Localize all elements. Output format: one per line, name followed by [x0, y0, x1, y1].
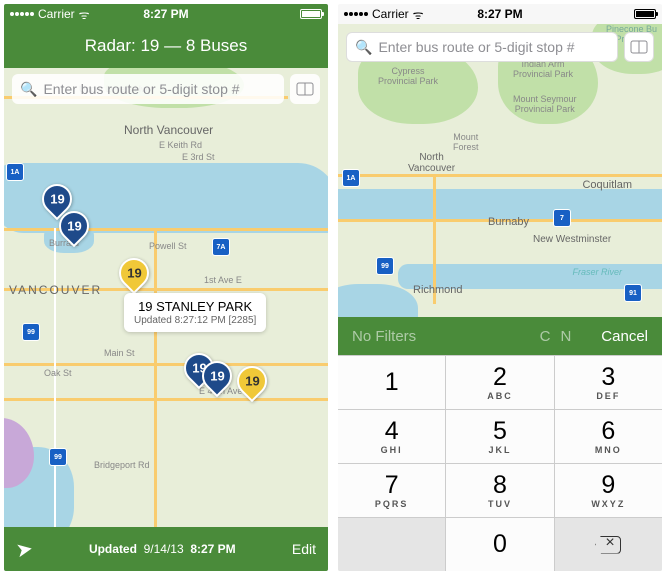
signal-icon: [10, 12, 34, 16]
backspace-icon: [595, 536, 621, 554]
battery-icon: [300, 9, 322, 19]
key-3[interactable]: 3DEF: [555, 356, 662, 410]
key-2[interactable]: 2ABC: [446, 356, 554, 410]
pin-callout[interactable]: 19 STANLEY PARK Updated 8:27:12 PM [2285…: [124, 293, 266, 332]
key-4[interactable]: 4GHI: [338, 410, 446, 464]
edit-button[interactable]: Edit: [292, 541, 316, 557]
key-6[interactable]: 6MNO: [555, 410, 662, 464]
search-icon: 🔍: [20, 81, 37, 98]
status-bar: Carrierᯤ 8:27 PM: [4, 4, 328, 24]
status-bar: Carrierᯤ 8:27 PM: [338, 4, 662, 24]
key-0[interactable]: 0: [446, 518, 554, 571]
cancel-button[interactable]: Cancel: [601, 328, 648, 345]
battery-icon: [634, 9, 656, 19]
search-input[interactable]: 🔍Enter bus route or 5-digit stop #: [12, 74, 284, 104]
search-wrap: 🔍Enter bus route or 5-digit stop #: [338, 26, 662, 68]
phone-left: Carrierᯤ 8:27 PM Radar: 19 — 8 Buses Upp…: [4, 4, 328, 571]
bottom-toolbar: ➤ Updated 9/14/13 8:27 PM Edit: [4, 527, 328, 571]
filter-bar: No Filters C N Cancel: [338, 317, 662, 355]
status-time: 8:27 PM: [143, 7, 188, 21]
map-view[interactable]: Upper Levels Hwy North Vancouver E Keith…: [4, 68, 328, 527]
filter-n[interactable]: N: [560, 328, 571, 345]
search-icon: 🔍: [355, 39, 372, 56]
wifi-icon: ᯤ: [413, 6, 424, 23]
key-9[interactable]: 9WXYZ: [555, 464, 662, 518]
key-blank: [338, 518, 446, 571]
status-time: 8:27 PM: [477, 7, 522, 21]
locate-icon[interactable]: ➤: [14, 535, 35, 563]
search-input[interactable]: 🔍Enter bus route or 5-digit stop #: [346, 32, 618, 62]
signal-icon: [344, 12, 368, 16]
updated-label: Updated 9/14/13 8:27 PM: [33, 542, 292, 556]
key-5[interactable]: 5JKL: [446, 410, 554, 464]
key-1[interactable]: 1: [338, 356, 446, 410]
bookmark-button[interactable]: [624, 32, 654, 62]
no-filters-label[interactable]: No Filters: [352, 328, 416, 345]
keypad: 1 2ABC 3DEF 4GHI 5JKL 6MNO 7PQRS 8TUV 9W…: [338, 355, 662, 571]
page-title: Radar: 19 — 8 Buses: [4, 24, 328, 68]
key-7[interactable]: 7PQRS: [338, 464, 446, 518]
bookmark-button[interactable]: [290, 74, 320, 104]
key-delete[interactable]: [555, 518, 662, 571]
search-wrap: 🔍Enter bus route or 5-digit stop #: [4, 68, 328, 110]
key-8[interactable]: 8TUV: [446, 464, 554, 518]
phone-right: Carrierᯤ 8:27 PM Cypress Provincial Park…: [338, 4, 662, 571]
filter-c[interactable]: C: [540, 328, 551, 345]
wifi-icon: ᯤ: [79, 6, 90, 23]
